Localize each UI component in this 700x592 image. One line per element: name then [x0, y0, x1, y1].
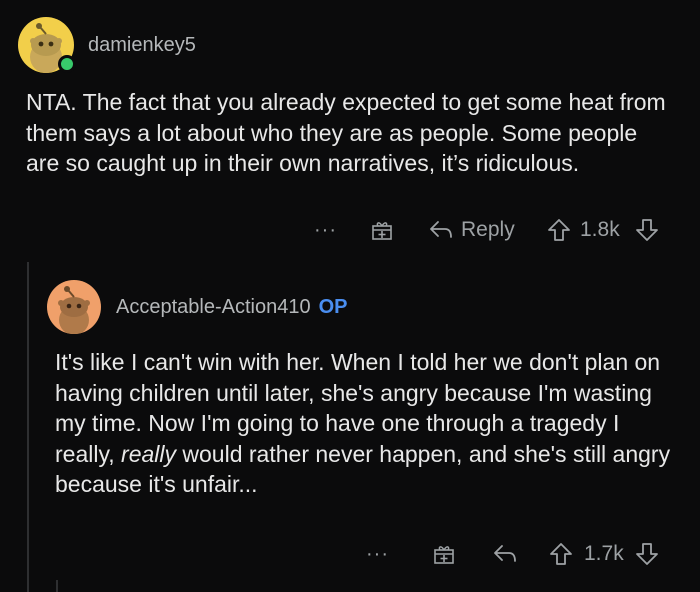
reply-body: It's like I can't win with her. When I t…	[55, 347, 680, 500]
gift-icon	[434, 546, 454, 564]
thread-line[interactable]	[27, 262, 29, 592]
reply-button[interactable]	[492, 543, 548, 565]
downvote-arrow-icon	[636, 543, 658, 565]
award-button[interactable]	[370, 218, 428, 242]
award-button[interactable]	[432, 542, 492, 566]
reply-actions: ··· 1.7k	[366, 540, 660, 568]
online-status-dot	[58, 55, 76, 73]
upvote-arrow-icon	[550, 543, 572, 565]
reply-username[interactable]: Acceptable-Action410	[116, 296, 311, 319]
downvote-arrow-icon	[636, 219, 658, 241]
reply-avatar[interactable]	[47, 280, 101, 334]
gift-icon	[372, 222, 392, 240]
upvote-button[interactable]	[548, 541, 584, 567]
op-badge: OP	[318, 296, 348, 318]
vote-score: 1.7k	[584, 542, 624, 565]
vote-score: 1.8k	[580, 218, 620, 241]
more-options-button[interactable]: ···	[366, 543, 432, 566]
upvote-arrow-icon	[548, 219, 570, 241]
snoo-avatar-icon	[58, 286, 90, 334]
reply-arrow-icon	[494, 545, 516, 562]
comment-actions: ··· Reply 1.8k	[314, 216, 660, 244]
thread-line-nested	[56, 580, 58, 592]
upvote-button[interactable]	[546, 217, 580, 243]
comment-username[interactable]: damienkey5	[88, 34, 196, 57]
reply-button[interactable]: Reply	[428, 218, 546, 242]
downvote-button[interactable]	[634, 217, 660, 243]
reply-label: Reply	[461, 218, 515, 241]
comment-body: NTA. The fact that you already expected …	[26, 89, 666, 176]
reply-body-emphasis: really	[121, 440, 177, 467]
reply-author-row: Acceptable-Action410 OP	[116, 296, 347, 319]
more-options-button[interactable]: ···	[314, 219, 370, 242]
reply-arrow-icon	[430, 221, 452, 238]
downvote-button[interactable]	[634, 541, 660, 567]
